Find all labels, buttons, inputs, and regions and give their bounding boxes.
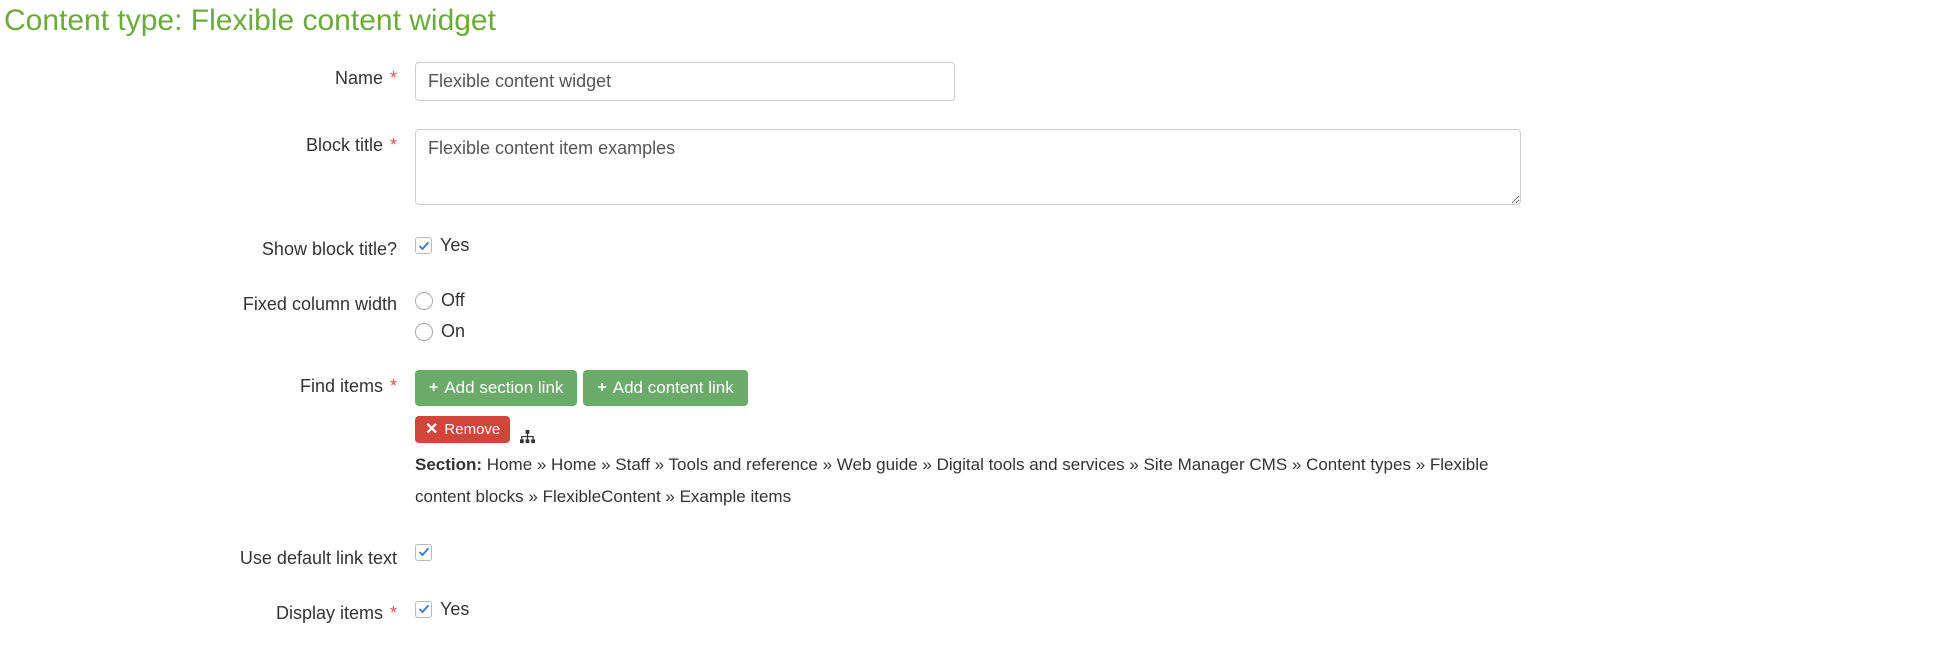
radio-circle-on — [415, 323, 433, 341]
required-mark: * — [385, 135, 397, 155]
section-prefix: Section: — [415, 455, 482, 474]
display-items-checkbox[interactable] — [415, 601, 432, 618]
use-default-link-text-label: Use default link text — [10, 542, 415, 569]
row-use-default-link-text: Use default link text — [10, 542, 1924, 569]
x-icon: ✕ — [425, 422, 438, 438]
required-mark: * — [385, 603, 397, 623]
sitemap-icon — [520, 423, 535, 437]
row-find-items: Find items * + Add section link + Add co… — [10, 370, 1924, 514]
name-input[interactable] — [415, 62, 955, 101]
row-fixed-column-width: Fixed column width Off On — [10, 288, 1924, 342]
plus-icon: + — [597, 380, 606, 396]
display-items-label: Display items * — [10, 597, 415, 624]
show-block-title-label: Show block title? — [10, 233, 415, 260]
breadcrumb: Home » Home » Staff » Tools and referenc… — [415, 455, 1488, 506]
check-icon — [418, 240, 430, 252]
show-block-title-checkbox[interactable] — [415, 237, 432, 254]
row-name: Name * — [10, 62, 1924, 101]
row-display-items: Display items * Yes — [10, 597, 1924, 624]
required-mark: * — [385, 68, 397, 88]
radio-on[interactable]: On — [415, 321, 1924, 342]
row-block-title: Block title * Flexible content item exam… — [10, 129, 1924, 205]
remove-button[interactable]: ✕ Remove — [415, 416, 510, 443]
check-icon — [418, 603, 430, 615]
add-section-link-button[interactable]: + Add section link — [415, 370, 577, 406]
block-title-textarea[interactable]: Flexible content item examples — [415, 129, 1521, 205]
section-line: ✕ Remove Section: Home » Home » Staff » … — [415, 416, 1535, 514]
check-icon — [418, 546, 430, 558]
radio-off[interactable]: Off — [415, 290, 1924, 311]
radio-label-off: Off — [441, 290, 465, 311]
use-default-link-text-checkbox[interactable] — [415, 544, 432, 561]
radio-label-on: On — [441, 321, 465, 342]
radio-circle-off — [415, 292, 433, 310]
show-block-title-checkbox-label: Yes — [440, 235, 469, 256]
add-content-link-button[interactable]: + Add content link — [583, 370, 747, 406]
display-items-checkbox-label: Yes — [440, 599, 469, 620]
content-type-form: Name * Block title * Flexible content it… — [0, 62, 1934, 624]
page-title: Content type: Flexible content widget — [4, 4, 1934, 38]
row-show-block-title: Show block title? Yes — [10, 233, 1924, 260]
fixed-column-width-radio-group: Off On — [415, 288, 1924, 342]
plus-icon: + — [429, 380, 438, 396]
name-label: Name * — [10, 62, 415, 89]
find-items-label: Find items * — [10, 370, 415, 397]
fixed-column-width-label: Fixed column width — [10, 288, 415, 315]
required-mark: * — [385, 376, 397, 396]
block-title-label: Block title * — [10, 129, 415, 156]
